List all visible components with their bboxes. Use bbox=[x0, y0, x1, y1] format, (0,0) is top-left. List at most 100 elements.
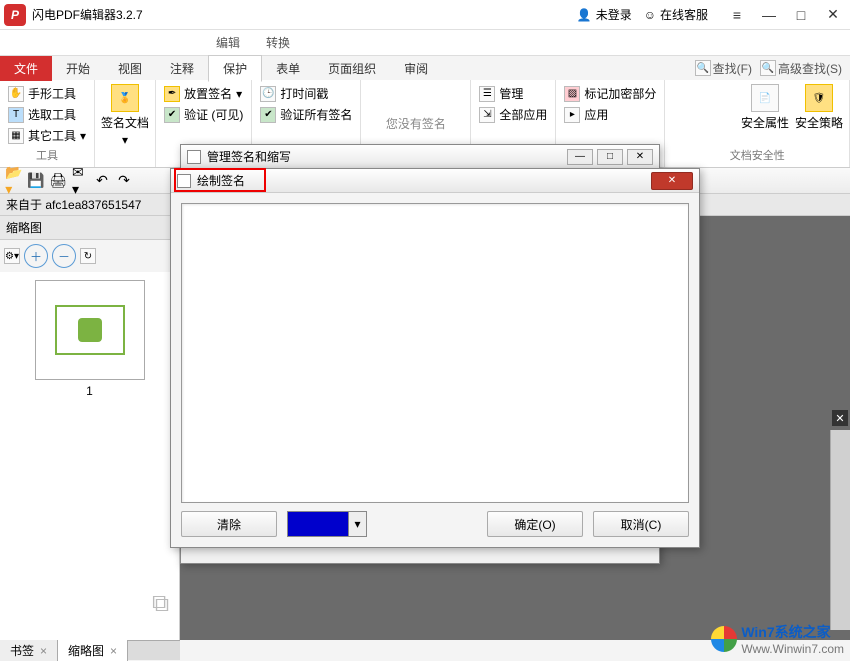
tab-review[interactable]: 审阅 bbox=[390, 56, 442, 81]
tab-file[interactable]: 文件 bbox=[0, 56, 52, 81]
tab-thumbnail[interactable]: 缩略图× bbox=[58, 640, 128, 661]
manage-icon: ☰ bbox=[479, 86, 495, 102]
timestamp[interactable]: 🕒打时间戳 bbox=[258, 84, 354, 103]
dialog-close-button[interactable]: ✕ bbox=[651, 172, 693, 190]
ribbon-tabs: 文件 开始 视图 注释 保护 表单 页面组织 审阅 🔍查找(F) 🔍高级查找(S… bbox=[0, 56, 850, 80]
zoom-out-button[interactable]: － bbox=[52, 244, 76, 268]
find-button[interactable]: 🔍查找(F) bbox=[695, 60, 752, 77]
watermark-brand: Win7系统之家 bbox=[741, 622, 844, 642]
open-icon[interactable]: 📂▾ bbox=[6, 173, 22, 189]
menubar: 编辑 转换 bbox=[0, 30, 850, 56]
zoom-in-button[interactable]: ＋ bbox=[24, 244, 48, 268]
dialog-titlebar[interactable]: 绘制签名 ✕ bbox=[171, 169, 699, 193]
bottom-tab-bar: 书签× 缩略图× bbox=[0, 640, 180, 660]
cancel-button[interactable]: 取消(C) bbox=[593, 511, 689, 537]
watermark: Win7系统之家 Www.Winwin7.com bbox=[711, 622, 844, 656]
dialog-maximize[interactable]: □ bbox=[597, 149, 623, 165]
mark-encrypted[interactable]: ▨标记加密部分 bbox=[562, 84, 658, 103]
thumbnail-page[interactable] bbox=[35, 280, 145, 380]
rotate-icon[interactable]: ↻ bbox=[80, 248, 96, 264]
hand-tool[interactable]: ✋手形工具 bbox=[6, 84, 88, 103]
tab-form[interactable]: 表单 bbox=[262, 56, 314, 81]
ribbon-group-sigdoc: 🏅 签名文档 ▾ bbox=[95, 80, 156, 167]
menu-edit[interactable]: 编辑 bbox=[210, 30, 246, 55]
hand-icon: ✋ bbox=[8, 86, 24, 102]
verify-all[interactable]: ✔验证所有签名 bbox=[258, 105, 354, 124]
print-icon[interactable]: 🖨 bbox=[50, 173, 66, 189]
sig-doc-label[interactable]: 签名文档 bbox=[101, 114, 149, 131]
search-icon: 🔍 bbox=[695, 60, 711, 76]
hamburger-icon[interactable]: ≡ bbox=[730, 8, 744, 22]
app-icon: P bbox=[4, 4, 26, 26]
leaf-icon bbox=[78, 318, 102, 342]
chevron-down-icon: ▾ bbox=[80, 129, 86, 143]
menu-convert[interactable]: 转换 bbox=[260, 30, 296, 55]
apply-icon: ▸ bbox=[564, 107, 580, 123]
right-panel-strip[interactable]: ✕ bbox=[830, 430, 850, 630]
manage[interactable]: ☰管理 bbox=[477, 84, 549, 103]
close-icon[interactable]: × bbox=[40, 644, 47, 658]
dialog-close[interactable]: ✕ bbox=[627, 149, 653, 165]
place-signature[interactable]: ✒放置签名 ▾ bbox=[162, 84, 245, 103]
minimize-button[interactable]: — bbox=[762, 8, 776, 22]
signature-icon: ✒ bbox=[164, 86, 180, 102]
chevron-down-icon: ▾ bbox=[236, 87, 242, 101]
gear-icon[interactable]: ⚙▾ bbox=[4, 248, 20, 264]
user-icon: 👤 bbox=[577, 8, 592, 22]
thumbnail-item[interactable]: 1 bbox=[35, 280, 145, 398]
thumbnail-list[interactable]: 1 bbox=[0, 272, 179, 640]
tab-page-org[interactable]: 页面组织 bbox=[314, 56, 390, 81]
tab-bookmark[interactable]: 书签× bbox=[0, 640, 58, 661]
tab-annotate[interactable]: 注释 bbox=[156, 56, 208, 81]
dialog-icon bbox=[187, 150, 201, 164]
search-icon: 🔍 bbox=[760, 60, 776, 76]
dialog-title: 绘制签名 bbox=[197, 172, 245, 189]
ok-button[interactable]: 确定(O) bbox=[487, 511, 583, 537]
security-policy[interactable]: 安全策略 bbox=[795, 114, 843, 131]
ribbon-badge-icon[interactable]: 🏅 bbox=[111, 84, 139, 112]
redo-icon[interactable]: ↷ bbox=[116, 173, 132, 189]
document-tab[interactable]: 来自于 afc1ea837651547 bbox=[6, 196, 141, 213]
verify-icon: ✔ bbox=[164, 107, 180, 123]
security-prop[interactable]: 安全属性 bbox=[741, 114, 789, 131]
maximize-button[interactable]: □ bbox=[794, 8, 808, 22]
tab-protect[interactable]: 保护 bbox=[208, 55, 262, 82]
select-tool[interactable]: T选取工具 bbox=[6, 105, 88, 124]
verify-visible[interactable]: ✔验证 (可见) bbox=[162, 105, 245, 124]
shield-icon[interactable]: 🛡 bbox=[805, 84, 833, 112]
color-swatch bbox=[288, 512, 348, 536]
close-button[interactable]: ✕ bbox=[826, 8, 840, 22]
signature-canvas[interactable] bbox=[181, 203, 689, 503]
copy-icon[interactable]: ⧉ bbox=[152, 590, 184, 622]
dialog-icon bbox=[177, 174, 191, 188]
dialog-titlebar[interactable]: 管理签名和缩写 — □ ✕ bbox=[181, 145, 659, 169]
other-tools[interactable]: ▦其它工具 ▾ bbox=[6, 126, 88, 145]
verify-all-icon: ✔ bbox=[260, 107, 276, 123]
tab-start[interactable]: 开始 bbox=[52, 56, 104, 81]
draw-signature-dialog: 绘制签名 ✕ 清除 ▾ 确定(O) 取消(C) bbox=[170, 168, 700, 548]
app-title: 闪电PDF编辑器3.2.7 bbox=[32, 6, 143, 23]
clear-button[interactable]: 清除 bbox=[181, 511, 277, 537]
security-prop-icon[interactable]: 📄 bbox=[751, 84, 779, 112]
no-signature-label: 您没有签名 bbox=[367, 115, 464, 132]
tab-view[interactable]: 视图 bbox=[104, 56, 156, 81]
adv-find-button[interactable]: 🔍高级查找(S) bbox=[760, 60, 842, 77]
online-service[interactable]: ☺在线客服 bbox=[644, 6, 708, 23]
undo-icon[interactable]: ↶ bbox=[94, 173, 110, 189]
mail-icon[interactable]: ✉▾ bbox=[72, 173, 88, 189]
save-icon[interactable]: 💾 bbox=[28, 173, 44, 189]
dialog-minimize[interactable]: — bbox=[567, 149, 593, 165]
login-status[interactable]: 👤未登录 bbox=[577, 6, 632, 23]
chevron-down-icon[interactable]: ▾ bbox=[122, 133, 128, 147]
titlebar: P 闪电PDF编辑器3.2.7 👤未登录 ☺在线客服 ≡ — □ ✕ bbox=[0, 0, 850, 30]
mark-icon: ▨ bbox=[564, 86, 580, 102]
close-panel-icon[interactable]: ✕ bbox=[832, 410, 848, 426]
toolbox-icon: ▦ bbox=[8, 128, 24, 144]
apply-all[interactable]: ⇲全部应用 bbox=[477, 105, 549, 124]
clock-icon: 🕒 bbox=[260, 86, 276, 102]
close-icon[interactable]: × bbox=[110, 644, 117, 658]
color-picker[interactable]: ▾ bbox=[287, 511, 367, 537]
ribbon-group-security: 📄 安全属性 🛡 安全策略 文档安全性 bbox=[665, 80, 850, 167]
chevron-down-icon[interactable]: ▾ bbox=[348, 512, 366, 536]
apply-encrypt[interactable]: ▸应用 bbox=[562, 105, 658, 124]
